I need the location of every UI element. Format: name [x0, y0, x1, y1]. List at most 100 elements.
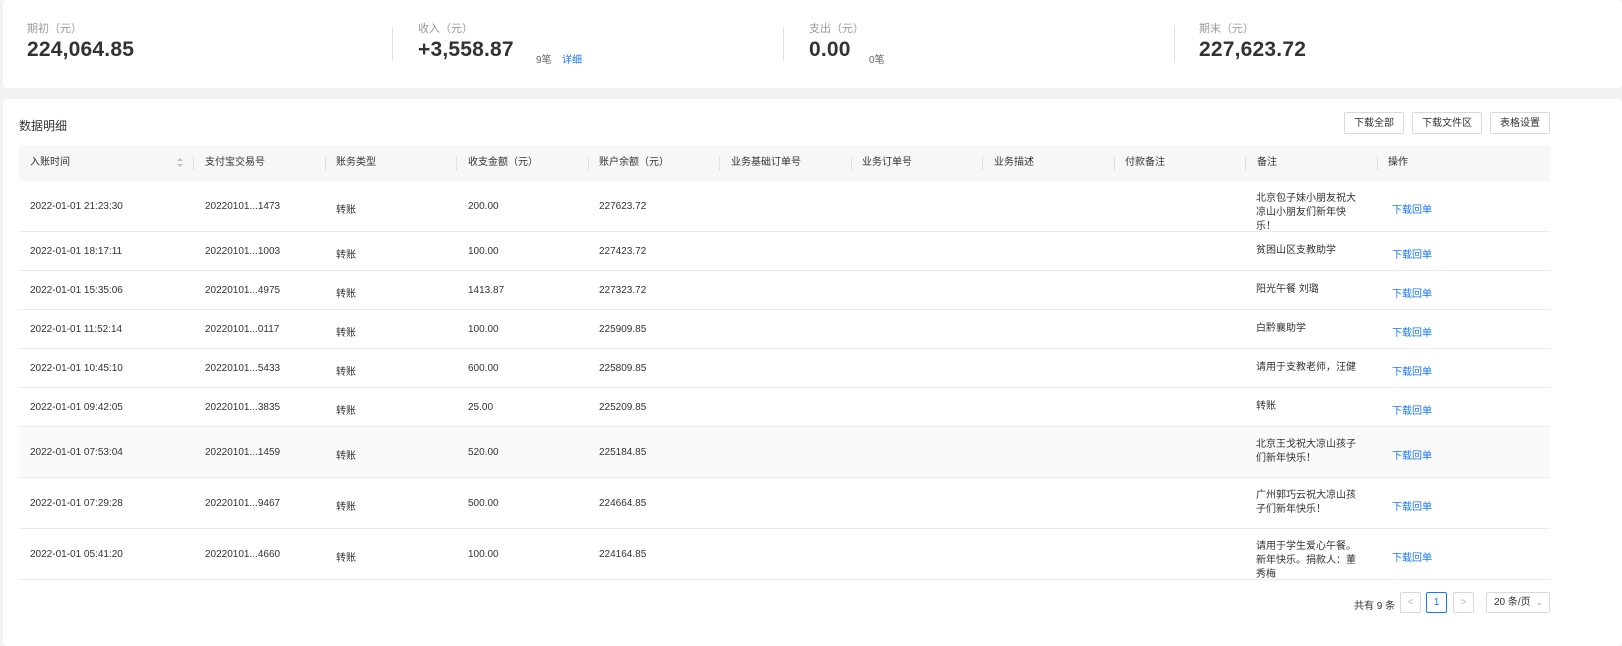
- column-separator: [325, 157, 326, 170]
- col-header-note: 备注: [1257, 157, 1277, 168]
- column-separator: [982, 157, 983, 170]
- col-header-balance: 账户余额（元）: [599, 157, 669, 168]
- cell-note: 北京包子妹小朋友祝大凉山小朋友们新年快乐！: [1256, 193, 1356, 232]
- chevron-right-icon[interactable]: >: [1453, 592, 1474, 613]
- table-row: 2022-01-01 09:42:05 20220101...3835 转账 2…: [19, 388, 1550, 427]
- table-settings-button[interactable]: 表格设置: [1490, 112, 1550, 134]
- cell-amount: 100.00: [468, 324, 499, 335]
- cell-note: 请用于支教老师，汪健: [1256, 362, 1356, 373]
- cell-time: 2022-01-01 07:29:28: [30, 498, 123, 509]
- cell-balance: 225909.85: [599, 324, 647, 335]
- download-receipt-link[interactable]: 下载回单: [1392, 363, 1432, 378]
- col-header-base-order: 业务基础订单号: [731, 157, 801, 168]
- cell-amount: 100.00: [468, 549, 499, 560]
- cell-type: 转账: [336, 367, 356, 378]
- col-header-type: 账务类型: [336, 157, 376, 168]
- page-1-button[interactable]: 1: [1426, 592, 1447, 613]
- cell-time: 2022-01-01 09:42:05: [30, 402, 123, 413]
- col-header-order: 业务订单号: [862, 157, 912, 168]
- cell-txn: 20220101...1459: [205, 447, 281, 458]
- cell-note: 转账: [1256, 401, 1276, 412]
- cell-amount: 600.00: [468, 363, 499, 374]
- summary-label: 期末（元）: [1199, 23, 1254, 35]
- cell-time: 2022-01-01 15:35:06: [30, 285, 123, 296]
- cell-txn: 20220101...0117: [205, 324, 280, 335]
- pagination-total: 共有 9 条: [1354, 601, 1396, 612]
- download-receipt-link[interactable]: 下载回单: [1392, 201, 1432, 216]
- col-header-action: 操作: [1388, 157, 1408, 168]
- column-separator: [1114, 157, 1115, 170]
- cell-time: 2022-01-01 11:52:14: [30, 324, 123, 335]
- column-separator: [1377, 157, 1378, 170]
- table-row: 2022-01-01 11:52:14 20220101...0117 转账 1…: [19, 310, 1550, 349]
- cell-time: 2022-01-01 05:41:20: [30, 549, 123, 560]
- cell-balance: 224664.85: [599, 498, 647, 509]
- panel-title: 数据明细: [19, 119, 68, 133]
- cell-balance: 225209.85: [599, 402, 647, 413]
- column-separator: [456, 157, 457, 170]
- cell-time: 2022-01-01 21:23:30: [30, 201, 123, 212]
- page-size-select[interactable]: 20 条/页 ⌄: [1486, 592, 1550, 613]
- summary-value: 224,064.85: [27, 38, 135, 61]
- cell-type: 转账: [336, 451, 356, 462]
- cell-amount: 25.00: [468, 402, 494, 413]
- cell-txn: 20220101...5433: [205, 363, 281, 374]
- cell-note: 请用于学生爱心午餐。新年快乐。捐款人：董秀梅: [1256, 541, 1356, 580]
- download-receipt-link[interactable]: 下载回单: [1392, 549, 1432, 564]
- table-row: 2022-01-01 07:53:04 20220101...1459 转账 5…: [19, 427, 1550, 478]
- table-row: 2022-01-01 21:23:30 20220101...1473 转账 2…: [19, 181, 1550, 232]
- cell-amount: 520.00: [468, 447, 499, 458]
- cell-amount: 200.00: [468, 201, 499, 212]
- cell-txn: 20220101...4660: [205, 549, 281, 560]
- download-receipt-link[interactable]: 下载回单: [1392, 324, 1432, 339]
- cell-type: 转账: [336, 502, 356, 513]
- summary-expense: 支出（元） 0.00 0笔: [809, 0, 1169, 88]
- summary-value: +3,558.87: [418, 38, 514, 61]
- chevron-left-icon[interactable]: <: [1400, 592, 1421, 613]
- table-row: 2022-01-01 18:17:11 20220101...1003 转账 1…: [19, 232, 1550, 271]
- cell-balance: 225184.85: [599, 447, 647, 458]
- download-file-area-button[interactable]: 下载文件区: [1412, 112, 1482, 134]
- cell-balance: 227323.72: [599, 285, 647, 296]
- download-receipt-link[interactable]: 下载回单: [1392, 498, 1432, 513]
- column-separator: [719, 157, 720, 170]
- summary-income: 收入（元） +3,558.87 9笔 详细: [418, 0, 778, 88]
- cell-type: 转账: [336, 406, 356, 417]
- col-header-txn: 支付宝交易号: [205, 157, 265, 168]
- summary-label: 期初（元）: [27, 23, 82, 35]
- sort-icon[interactable]: [176, 158, 184, 168]
- cell-type: 转账: [336, 553, 356, 564]
- download-receipt-link[interactable]: 下载回单: [1392, 447, 1432, 462]
- cell-note: 白黔襄助学: [1256, 323, 1306, 334]
- col-header-time[interactable]: 入账时间: [30, 145, 70, 181]
- divider: [783, 26, 784, 62]
- column-separator: [1245, 157, 1246, 170]
- download-receipt-link[interactable]: 下载回单: [1392, 285, 1432, 300]
- income-detail-link[interactable]: 详细: [562, 51, 582, 66]
- data-table: 入账时间 支付宝交易号 账务类型 收支金额（元） 账户余额（元） 业务基础订单号…: [19, 145, 1550, 580]
- col-header-description: 业务描述: [994, 157, 1034, 168]
- cell-type: 转账: [336, 289, 356, 300]
- chevron-down-icon: ⌄: [1535, 597, 1543, 607]
- cell-balance: 225809.85: [599, 363, 647, 374]
- cell-balance: 224164.85: [599, 549, 647, 560]
- pagination: 共有 9 条 < 1 > 20 条/页 ⌄: [3, 592, 1622, 614]
- download-receipt-link[interactable]: 下载回单: [1392, 246, 1432, 261]
- summary-label: 收入（元）: [418, 23, 473, 35]
- cell-txn: 20220101...1003: [205, 246, 281, 257]
- cell-amount: 1413.87: [468, 285, 505, 296]
- cell-balance: 227623.72: [599, 201, 647, 212]
- page-size-value: 20 条/页: [1494, 597, 1531, 608]
- download-all-button[interactable]: 下载全部: [1344, 112, 1404, 134]
- summary-count: 9笔: [536, 55, 552, 66]
- data-detail-panel: 数据明细 下载全部 下载文件区 表格设置 入账时间 支付宝交易号 账务类型 收支…: [3, 99, 1622, 646]
- column-separator: [851, 157, 852, 170]
- divider: [392, 26, 393, 62]
- column-separator: [193, 157, 194, 170]
- cell-type: 转账: [336, 205, 356, 216]
- download-receipt-link[interactable]: 下载回单: [1392, 402, 1432, 417]
- summary-panel: 期初（元） 224,064.85 收入（元） +3,558.87 9笔 详细 支…: [3, 0, 1622, 88]
- cell-note: 贫困山区支教助学: [1256, 245, 1336, 256]
- summary-value: 0.00: [809, 38, 851, 61]
- table-header: 入账时间 支付宝交易号 账务类型 收支金额（元） 账户余额（元） 业务基础订单号…: [19, 145, 1550, 181]
